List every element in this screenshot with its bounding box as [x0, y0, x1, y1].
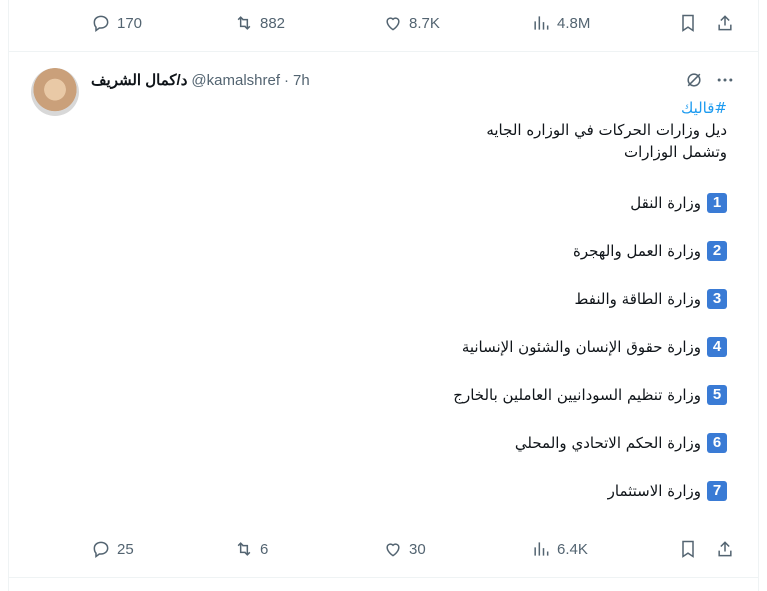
number-badge: 1 — [707, 193, 727, 213]
reply-count: 25 — [117, 540, 134, 558]
reply-button[interactable]: 170 — [91, 9, 142, 37]
number-badge: 6 — [707, 433, 727, 453]
share-icon — [718, 541, 732, 557]
bookmark-button[interactable] — [678, 9, 698, 37]
tweet-header: د/كمال الشريف @kamalshref · 7h — [91, 69, 310, 91]
timeline: 170 882 8.7K 4.8M د/كمال الشريف @kamalsh… — [8, 0, 759, 591]
list-item: 3 وزارة الطاقة والنفط — [87, 287, 727, 311]
views-button[interactable]: 6.4K — [531, 535, 588, 563]
tweet-body: #قاليك ديل وزارات الحركات في الوزاره الج… — [87, 97, 727, 503]
number-badge: 5 — [707, 385, 727, 405]
like-button[interactable]: 30 — [383, 535, 426, 563]
retweet-button[interactable]: 882 — [234, 9, 285, 37]
bookmark-button[interactable] — [678, 535, 698, 563]
views-count: 6.4K — [557, 540, 588, 558]
prev-tweet-actions: 170 882 8.7K 4.8M — [9, 9, 758, 37]
like-button[interactable]: 8.7K — [383, 9, 440, 37]
list-item-label: وزارة العمل والهجرة — [572, 242, 701, 260]
views-count: 4.8M — [557, 14, 591, 32]
reply-icon — [93, 541, 109, 558]
share-button[interactable] — [715, 535, 735, 563]
share-button[interactable] — [715, 9, 735, 37]
user-handle[interactable]: @kamalshref — [191, 72, 280, 89]
list-item: 6 وزارة الحكم الاتحادي والمحلي — [87, 431, 727, 455]
grok-icon[interactable] — [683, 69, 705, 91]
divider — [9, 577, 758, 578]
retweet-button[interactable]: 6 — [234, 535, 268, 563]
heart-icon — [386, 543, 400, 557]
timestamp[interactable]: 7h — [293, 72, 310, 89]
share-icon — [718, 15, 732, 31]
list-item-label: وزارة الاستثمار — [607, 482, 701, 500]
list-item-label: وزارة الحكم الاتحادي والمحلي — [514, 434, 701, 452]
views-icon — [534, 16, 549, 30]
list-item: 7 وزارة الاستثمار — [87, 479, 727, 503]
list-item-label: وزارة حقوق الإنسان والشئون الإنسانية — [461, 338, 701, 356]
more-icon[interactable] — [714, 69, 736, 91]
retweet-icon — [237, 16, 251, 30]
like-count: 30 — [409, 540, 426, 558]
list-item: 1 وزارة النقل — [87, 191, 727, 215]
tweet-text-line: وتشمل الوزارات — [623, 143, 727, 161]
display-name[interactable]: د/كمال الشريف — [91, 71, 187, 89]
hashtag-link[interactable]: #قاليك — [681, 99, 727, 117]
list-item: 4 وزارة حقوق الإنسان والشئون الإنسانية — [87, 335, 727, 359]
list-item-label: وزارة النقل — [630, 194, 701, 212]
number-badge: 3 — [707, 289, 727, 309]
retweet-icon — [237, 542, 251, 556]
reply-count: 170 — [117, 14, 143, 32]
number-badge: 4 — [707, 337, 727, 357]
reply-button[interactable]: 25 — [91, 535, 134, 563]
divider — [9, 51, 758, 52]
like-count: 8.7K — [409, 14, 440, 32]
tweet-text-line: ديل وزارات الحركات في الوزاره الجايه — [486, 121, 727, 139]
retweet-count: 6 — [260, 540, 269, 558]
number-badge: 7 — [707, 481, 727, 501]
retweet-count: 882 — [260, 14, 286, 32]
heart-icon — [386, 17, 400, 31]
views-button[interactable]: 4.8M — [531, 9, 590, 37]
separator-dot: · — [284, 71, 289, 89]
list-item: 2 وزارة العمل والهجرة — [87, 239, 727, 263]
avatar[interactable] — [31, 68, 79, 116]
list-item-label: وزارة الطاقة والنفط — [574, 290, 701, 308]
views-icon — [534, 542, 549, 556]
bookmark-icon — [682, 14, 694, 32]
bookmark-icon — [682, 540, 694, 558]
tweet-actions: 25 6 30 6.4K — [9, 535, 758, 563]
list-item: 5 وزارة تنظيم السودانيين العاملين بالخار… — [87, 383, 727, 407]
reply-icon — [93, 15, 109, 32]
list-item-label: وزارة تنظيم السودانيين العاملين بالخارج — [453, 386, 701, 404]
number-badge: 2 — [707, 241, 727, 261]
